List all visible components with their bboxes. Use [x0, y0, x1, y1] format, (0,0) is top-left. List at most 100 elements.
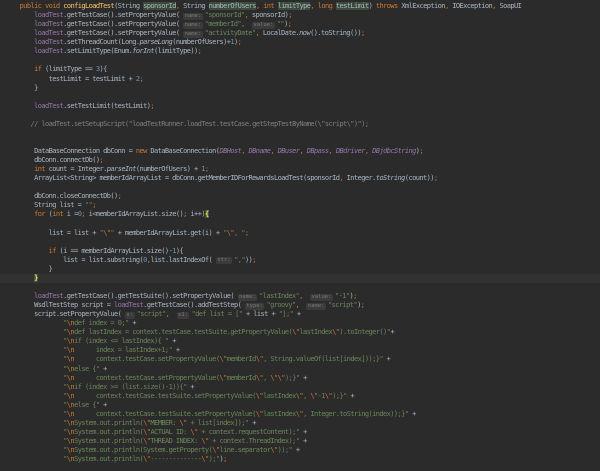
- code-token: + list +: [242, 310, 279, 319]
- code-token: loadTest: [34, 101, 64, 110]
- code-line[interactable]: [5, 56, 600, 65]
- code-line[interactable]: loadTest.setTestLimit(testLimit);: [5, 102, 600, 111]
- code-line[interactable]: loadTest.getTestCase().setPropertyValue(…: [5, 11, 600, 20]
- code-line[interactable]: "\nif (index <= lastIndex){ " +: [5, 337, 600, 346]
- code-token: loadTest: [34, 11, 64, 20]
- keyword: ,: [244, 11, 252, 20]
- escape-sequence: \n: [66, 346, 75, 355]
- escape-sequence: \n: [66, 427, 75, 436]
- string-literal: "script": [136, 310, 167, 319]
- keyword: throws: [375, 2, 398, 10]
- code-token: }: [5, 264, 53, 273]
- code-token: testLimit = testLimit +: [5, 74, 136, 83]
- code-line[interactable]: "\nelse {" +: [5, 365, 600, 374]
- code-token: sponsorId): [251, 11, 289, 20]
- parameter-hint: s:: [124, 311, 135, 319]
- keyword: new: [135, 147, 147, 155]
- code-token: XmlException: [397, 2, 445, 10]
- code-token: DBdriver: [335, 147, 366, 155]
- code-line[interactable]: "\n index = lastIndex+1;" +: [5, 346, 600, 355]
- code-line[interactable]: testLimit = testLimit + 2;: [5, 75, 600, 84]
- code-line[interactable]: "\ndef lastIndex = context.testCase.test…: [5, 328, 600, 337]
- code-line[interactable]: "\nelse {" +: [5, 401, 600, 410]
- keyword: ;: [223, 455, 227, 464]
- code-line[interactable]: "\n context.testCase.setPropertyValue(\"…: [5, 355, 600, 364]
- code-token: SoapUI: [499, 2, 522, 10]
- code-line[interactable]: dbConn.connectDb();: [5, 156, 600, 165]
- code-token: loadTest: [34, 292, 64, 300]
- code-line[interactable]: [5, 93, 600, 102]
- code-line[interactable]: }: [5, 84, 600, 93]
- escape-sequence: \": [226, 228, 235, 237]
- keyword: ;: [288, 11, 292, 20]
- code-line[interactable]: }: [5, 265, 600, 274]
- code-line-current[interactable]: }: [0, 273, 600, 283]
- string-literal: "\nSystem.out.println(\"--------------\"…: [63, 455, 220, 464]
- code-line[interactable]: script.setPropertyValue( s: "script", s1:…: [5, 310, 600, 319]
- code-line[interactable]: [5, 183, 600, 192]
- code-line[interactable]: String list = "";: [5, 201, 600, 210]
- code-line[interactable]: public void configLoadTest(String sponso…: [5, 2, 600, 11]
- escape-sequence: \n: [66, 400, 75, 409]
- code-editor[interactable]: public void configLoadTest(String sponso…: [0, 2, 600, 464]
- code-token: .setLimitType(Enum.: [63, 47, 133, 56]
- code-line[interactable]: "\nSystem.out.println(\"ACTUAL ID: \" + …: [5, 428, 600, 437]
- code-token: (numberOfUsers)+: [172, 38, 231, 47]
- code-line[interactable]: "\n context.testCase.testSuite.setProper…: [5, 392, 600, 401]
- code-line[interactable]: "\nSystem.out.println(\"THREAD INDEX: \"…: [5, 437, 600, 446]
- code-token: +: [99, 400, 107, 409]
- code-line[interactable]: [5, 220, 600, 229]
- keyword: ,: [299, 147, 307, 155]
- highlighted-parameter: testLimit: [335, 2, 369, 10]
- keyword: ;: [244, 228, 249, 237]
- code-line[interactable]: loadTest.getTestCase().setPropertyValue(…: [5, 29, 600, 38]
- code-line[interactable]: if (limitType == 3){: [5, 65, 600, 74]
- code-token: DBname: [248, 147, 271, 155]
- code-token: configLoadTest: [63, 2, 115, 10]
- code-line[interactable]: [5, 111, 600, 120]
- code-line[interactable]: "\nif (index >= (list.size()-1)){" +: [5, 383, 600, 392]
- code-line[interactable]: loadTest.getTestCase().getTestSuite().se…: [5, 292, 600, 301]
- code-line[interactable]: "\n context.testCase.setPropertyValue(\"…: [5, 374, 600, 383]
- code-line[interactable]: ArrayList<String> memberIdArrayList = db…: [5, 174, 600, 183]
- code-line[interactable]: [5, 129, 600, 138]
- code-line[interactable]: [5, 283, 600, 292]
- code-line[interactable]: if (i == memberIdArrayList.size()-1){: [5, 247, 600, 256]
- code-token: .setTestLimit(testLimit): [63, 101, 151, 110]
- string-literal: "\n context.testCase.testSuite.setProper…: [63, 409, 409, 418]
- code-line[interactable]: loadTest.setThreadCount(Long.parseLong(n…: [5, 38, 600, 47]
- keyword: ,: [328, 147, 336, 155]
- code-line[interactable]: "\nSystem.out.println(System.getProperty…: [5, 446, 600, 455]
- escape-sequence: \n: [66, 391, 75, 400]
- code-line[interactable]: "\n context.testCase.testSuite.setProper…: [5, 410, 600, 419]
- code-line[interactable]: for (int i =0; i<memberIdArrayList.size(…: [5, 210, 600, 219]
- string-literal: "\nSystem.out.println(\"MEMBER: \" + lis…: [63, 418, 249, 427]
- code-line[interactable]: [5, 138, 600, 147]
- code-line[interactable]: loadTest.setLimitType(Enum.forInt(limitT…: [5, 47, 600, 56]
- keyword: ,: [295, 301, 307, 310]
- code-line[interactable]: WsdlTestStep script = loadTest.getTestCa…: [5, 301, 600, 310]
- code-line[interactable]: DataBaseConnection dbConn = new DataBase…: [5, 147, 600, 156]
- escape-sequence: \n: [66, 455, 75, 464]
- code-line[interactable]: "\ndef index = 0;" +: [5, 319, 600, 328]
- parameter-hint: name:: [183, 12, 203, 20]
- code-line[interactable]: // loadTest.setSetupScript("loadTestRunn…: [5, 120, 600, 129]
- parameter-hint: name:: [306, 302, 326, 310]
- code-line[interactable]: "\nSystem.out.println(\"MEMBER: \" + lis…: [5, 419, 600, 428]
- code-line[interactable]: dbConn.closeConnectDb();: [5, 192, 600, 201]
- code-line[interactable]: [5, 238, 600, 247]
- code-token: (numberOfUsers) +: [135, 165, 202, 174]
- code-line[interactable]: list = list.substring(0,list.lastIndexOf…: [5, 256, 600, 265]
- code-line[interactable]: loadTest.getTestCase().setPropertyValue(…: [5, 20, 600, 29]
- escape-sequence: \n: [66, 418, 75, 427]
- code-line[interactable]: int count = Integer.parseInt(numberOfUse…: [5, 165, 600, 174]
- code-token: +: [186, 382, 195, 391]
- code-line[interactable]: list = list + "\"" + memberIdArrayList.g…: [5, 229, 600, 238]
- code-line[interactable]: "\nSystem.out.println(\"--------------\"…: [5, 455, 600, 464]
- escape-sequence: \n: [66, 382, 75, 391]
